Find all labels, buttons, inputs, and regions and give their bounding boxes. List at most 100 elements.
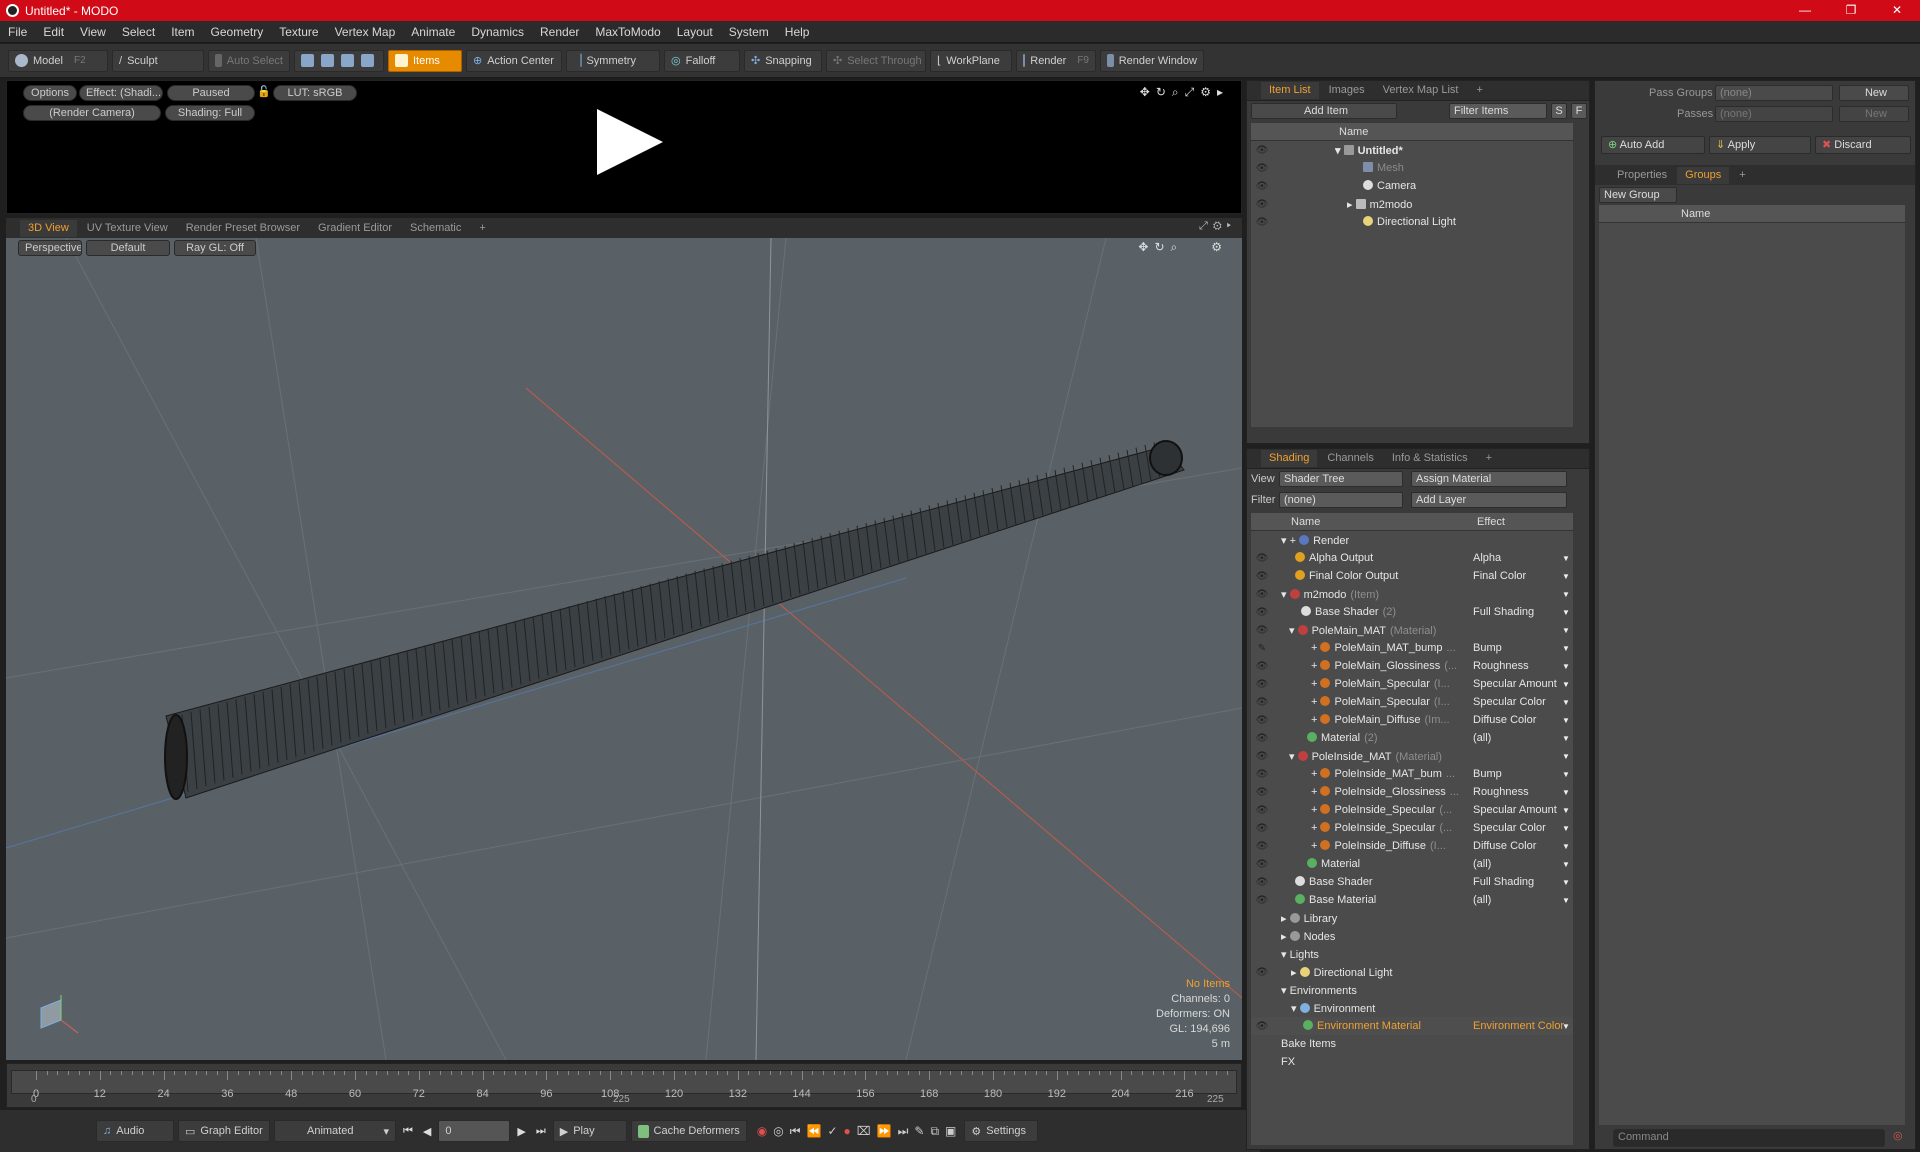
shader-row[interactable]: 👁 Alpha Output Alpha ▼: [1251, 549, 1573, 567]
apply-button[interactable]: ⇓ Apply: [1709, 136, 1811, 154]
chevron-down-icon[interactable]: ▼: [1562, 878, 1570, 887]
edge-mode-icon[interactable]: [321, 54, 334, 67]
eye-icon[interactable]: 👁: [1255, 571, 1269, 582]
eye-icon[interactable]: 👁: [1255, 163, 1269, 174]
shader-row-effect[interactable]: Roughness: [1473, 660, 1573, 672]
filter-items-input[interactable]: Filter Items: [1449, 103, 1547, 119]
auto-add-button[interactable]: ⊕ Auto Add: [1601, 136, 1705, 154]
eye-icon[interactable]: 👁: [1255, 661, 1269, 672]
shader-row-effect[interactable]: Full Shading: [1473, 876, 1573, 888]
menu-help[interactable]: Help: [777, 25, 818, 39]
shader-row[interactable]: 👁 + PoleMain_Diffuse (Im... Diffuse Color ▼: [1251, 711, 1573, 729]
shader-row-effect[interactable]: Environment Color: [1473, 1020, 1573, 1032]
polygon-mode-icon[interactable]: [341, 54, 354, 67]
eye-icon[interactable]: 👁: [1255, 553, 1269, 564]
workplane-button[interactable]: ⌊ WorkPlane: [930, 49, 1012, 72]
new-pass-group-button[interactable]: New: [1839, 85, 1909, 101]
preview-effect-dropdown[interactable]: Effect: (Shadi...: [79, 85, 163, 101]
expand-arrow-icon[interactable]: +: [1311, 822, 1320, 834]
add-tab-icon[interactable]: +: [1731, 167, 1753, 184]
key-edit-icon[interactable]: ✎: [914, 1124, 924, 1139]
add-tab-icon[interactable]: +: [471, 220, 493, 237]
shader-row[interactable]: ▾ Environment: [1251, 999, 1573, 1017]
pass-groups-dropdown[interactable]: (none): [1715, 85, 1833, 101]
tab-info-statistics[interactable]: Info & Statistics: [1384, 450, 1476, 467]
shader-row-effect[interactable]: Diffuse Color: [1473, 714, 1573, 726]
first-frame-icon[interactable]: ⏮: [400, 1125, 416, 1138]
render-camera-dropdown[interactable]: (Render Camera): [23, 105, 161, 121]
symmetry-button[interactable]: ▕ Symmetry: [566, 49, 660, 72]
filter-s-button[interactable]: S: [1551, 103, 1567, 119]
menu-file[interactable]: File: [0, 25, 35, 39]
3d-viewport[interactable]: Perspective Default Ray GL: Off ✥↻⌕ ⚙ No…: [6, 238, 1242, 1060]
eye-icon[interactable]: 👁: [1255, 145, 1269, 156]
shader-row[interactable]: 👁 + PoleInside_MAT_bum... Bump ▼: [1251, 765, 1573, 783]
shader-row[interactable]: ▾ Environments: [1251, 981, 1573, 999]
shader-row-effect[interactable]: Bump: [1473, 768, 1573, 780]
play-icon[interactable]: [597, 109, 663, 175]
eye-icon[interactable]: 👁: [1255, 679, 1269, 690]
tab-properties[interactable]: Properties: [1609, 167, 1675, 184]
expand-arrow-icon[interactable]: +: [1311, 840, 1320, 852]
add-layer-dropdown[interactable]: Add Layer: [1411, 492, 1567, 508]
shader-row-effect[interactable]: Full Shading: [1473, 606, 1573, 618]
shader-row[interactable]: ▾ + Render: [1251, 531, 1573, 549]
tab-shading[interactable]: Shading: [1261, 450, 1318, 467]
tab-uv-texture-view[interactable]: UV Texture View: [79, 220, 176, 237]
maximize-button[interactable]: ❐: [1828, 0, 1874, 21]
chevron-down-icon[interactable]: ▼: [1562, 896, 1570, 905]
chevron-down-icon[interactable]: ▼: [1562, 572, 1570, 581]
menu-animate[interactable]: Animate: [403, 25, 463, 39]
item-row-mesh[interactable]: 👁 Mesh: [1251, 159, 1573, 177]
tab-render-preset-browser[interactable]: Render Preset Browser: [178, 220, 308, 237]
preview-nav-icons[interactable]: ✥↻⌕⤢⚙▸: [1140, 85, 1229, 100]
record-key-icon[interactable]: ◉: [757, 1124, 767, 1139]
default-dropdown[interactable]: Default: [86, 240, 170, 256]
auto-key-icon[interactable]: ◎: [773, 1124, 783, 1139]
record-icon[interactable]: ●: [844, 1124, 851, 1139]
passes-dropdown[interactable]: (none): [1715, 106, 1833, 122]
chevron-down-icon[interactable]: ▼: [1562, 842, 1570, 851]
eye-icon[interactable]: 👁: [1255, 823, 1269, 834]
render-button[interactable]: Render F9: [1016, 49, 1096, 72]
expand-arrow-icon[interactable]: ▾: [1281, 949, 1290, 961]
add-tab-icon[interactable]: +: [1468, 82, 1490, 99]
vertex-mode-icon[interactable]: [301, 54, 314, 67]
shader-row[interactable]: 👁 + PoleInside_Specular (... Specular Amoun…: [1251, 801, 1573, 819]
eye-icon[interactable]: 👁: [1255, 733, 1269, 744]
shader-row-effect[interactable]: Specular Amount: [1473, 804, 1573, 816]
eye-icon[interactable]: 👁: [1255, 769, 1269, 780]
menu-render[interactable]: Render: [532, 25, 587, 39]
eye-icon[interactable]: 👁: [1255, 181, 1269, 192]
audio-button[interactable]: ♫ Audio: [96, 1120, 174, 1142]
expand-arrow-icon[interactable]: +: [1311, 768, 1320, 780]
eye-icon[interactable]: 👁: [1255, 217, 1269, 228]
new-group-button[interactable]: New Group: [1599, 187, 1677, 203]
command-input[interactable]: Command: [1613, 1129, 1885, 1147]
close-button[interactable]: ✕: [1874, 0, 1920, 21]
menu-system[interactable]: System: [721, 25, 777, 39]
expand-arrow-icon[interactable]: +: [1311, 642, 1320, 654]
shader-row-effect[interactable]: Roughness: [1473, 786, 1573, 798]
action-center-button[interactable]: ⊕ Action Center: [466, 49, 562, 72]
falloff-button[interactable]: ◎ Falloff: [664, 49, 740, 72]
menu-maxtomodo[interactable]: MaxToModo: [587, 25, 668, 39]
tab-vertex-map-list[interactable]: Vertex Map List: [1375, 82, 1467, 99]
shader-row[interactable]: 👁 Base Material (all) ▼: [1251, 891, 1573, 909]
chevron-down-icon[interactable]: ▼: [1562, 716, 1570, 725]
eye-icon[interactable]: 👁: [1255, 895, 1269, 906]
eye-icon[interactable]: 👁: [1255, 697, 1269, 708]
pole-mesh[interactable]: [164, 439, 1185, 800]
shader-row[interactable]: 👁 + PoleMain_Specular (I... Specular Amount…: [1251, 675, 1573, 693]
expand-arrow-icon[interactable]: +: [1311, 696, 1320, 708]
chevron-down-icon[interactable]: ▼: [1562, 644, 1570, 653]
chevron-down-icon[interactable]: ▼: [1562, 770, 1570, 779]
add-tab-icon[interactable]: +: [1478, 450, 1500, 467]
chevron-down-icon[interactable]: ▼: [1562, 752, 1570, 761]
lut-dropdown[interactable]: LUT: sRGB: [273, 85, 357, 101]
filter-f-button[interactable]: F: [1571, 103, 1587, 119]
eye-icon[interactable]: 👁: [1255, 787, 1269, 798]
eye-icon[interactable]: 👁: [1255, 805, 1269, 816]
key-set-icon[interactable]: ✓: [827, 1124, 837, 1139]
ray-gl-dropdown[interactable]: Ray GL: Off: [174, 240, 256, 256]
